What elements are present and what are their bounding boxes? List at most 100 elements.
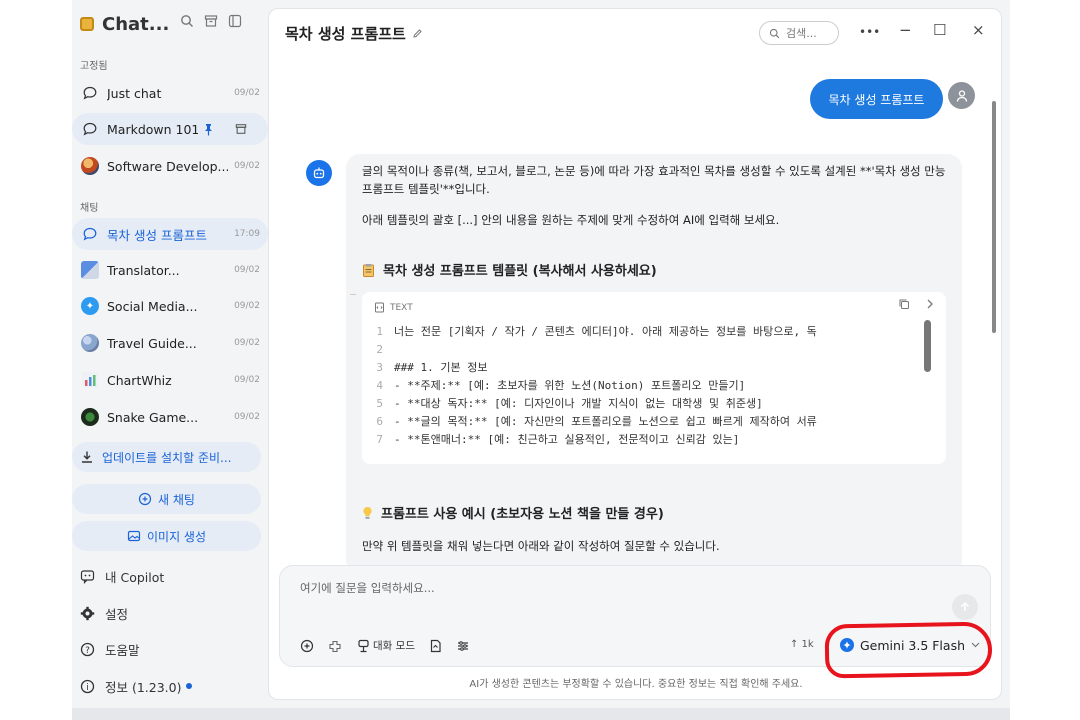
chat-search-input[interactable]: 검색... [759, 21, 839, 45]
search-icon[interactable] [180, 14, 194, 28]
brand: Chat... [80, 12, 169, 36]
user-message: 목차 생성 프롬프트 [810, 79, 943, 119]
code-scrollbar[interactable] [924, 320, 931, 372]
image-icon [127, 529, 141, 543]
app-title: Chat... [102, 13, 170, 35]
archive-icon[interactable] [204, 14, 218, 28]
chat-bubble-icon [80, 224, 100, 244]
code-block: TEXT 1 너는 전문 [기획자 / 작가 / 콘텐츠 에디터]야. 아래 제공… [362, 292, 946, 464]
close-button[interactable]: × [972, 21, 985, 39]
nav-about[interactable]: i 정보 (1.23.0) [72, 670, 268, 702]
chat-mode-button[interactable]: 대화 모드 [357, 638, 415, 653]
chat-item-toc-prompt[interactable]: 목차 생성 프롬프트 17:09 [72, 218, 268, 250]
chat-item-label: Social Media... [107, 298, 198, 314]
template-heading-text: 목차 생성 프롬프트 템플릿 (복사해서 사용하세요) [383, 264, 657, 279]
code-line-number: 1 [376, 325, 383, 338]
code-line: 6 - **글의 목적:** [예: 자신만의 포트폴리오를 노션으로 쉽고 빠르… [362, 413, 932, 431]
archive-icon[interactable] [231, 119, 251, 139]
translator-avatar-icon [80, 260, 100, 280]
nav-help[interactable]: ? 도움말 [72, 633, 268, 665]
svg-text:?: ? [85, 646, 90, 656]
chevron-right-icon[interactable] [926, 298, 934, 310]
pin-icon[interactable] [198, 119, 218, 139]
bird-avatar-icon: ✦ [80, 296, 100, 316]
message-composer[interactable]: 여기에 질문을 입력하세요... 대화 모드 ↑ 1k Gemini 3.5 F… [279, 565, 993, 679]
edit-icon[interactable] [412, 28, 423, 39]
help-icon: ? [80, 642, 95, 657]
document-icon[interactable] [429, 639, 442, 653]
code-line: 3 ### 1. 기본 정보 [362, 359, 932, 377]
assistant-intro-2: 아래 템플릿의 괄호 [...] 안의 내용을 원하는 주제에 맞게 수정하여 … [362, 213, 780, 227]
code-line: 5 - **대상 독자:** [예: 디자인이나 개발 지식이 없는 대학생 및 … [362, 395, 932, 413]
chat-item-chartwhiz[interactable]: ChartWhiz 09/02 [72, 364, 268, 396]
chat-item-actions [198, 119, 258, 139]
code-line-number: 5 [376, 397, 383, 410]
code-line: 2 [362, 341, 932, 359]
code-line: 7 - **톤앤매너:** [예: 친근하고 실용적인, 전문적이고 신뢰감 있는… [362, 431, 932, 449]
token-count: ↑ 1k [790, 639, 814, 650]
chat-item-date: 09/02 [234, 412, 260, 422]
chat-item-social-media[interactable]: ✦ Social Media... 09/02 [72, 290, 268, 322]
red-highlight-circle [824, 621, 993, 679]
message-input-placeholder[interactable]: 여기에 질문을 입력하세요... [300, 580, 435, 596]
search-icon [769, 28, 780, 39]
gear-icon [80, 606, 95, 621]
collapse-sidebar-icon[interactable] [228, 14, 242, 28]
developer-avatar-icon [80, 156, 100, 176]
download-icon [80, 450, 94, 464]
chat-item-software-develop[interactable]: Software Develop... 09/02 [72, 150, 268, 182]
chat-item-markdown[interactable]: Markdown 101... [72, 113, 268, 145]
code-line-number: 4 [376, 379, 383, 392]
template-heading: 목차 생성 프롬프트 템플릿 (복사해서 사용하세요) [362, 260, 657, 279]
image-generate-button[interactable]: 이미지 생성 [72, 521, 261, 551]
plugin-icon[interactable] [328, 639, 343, 653]
code-toolbar [898, 298, 934, 310]
chat-bubble-icon [80, 119, 100, 139]
code-line: 4 - **주제:** [예: 초보자를 위한 노션(Notion) 포트폴리오 … [362, 377, 932, 395]
chat-scrollbar[interactable] [992, 101, 996, 333]
maximize-button[interactable]: ☐ [933, 21, 946, 39]
nav-label: 도움말 [105, 642, 140, 658]
settings-sliders-icon[interactable] [456, 639, 470, 653]
chat-item-label: Travel Guide... [107, 335, 197, 351]
composer-tools: 대화 모드 [300, 638, 470, 653]
plus-circle-icon [138, 492, 152, 506]
code-line-text: - **대상 독자:** [예: 디자인이나 개발 지식이 없는 대학생 및 취… [394, 397, 763, 410]
chat-item-date: 09/02 [234, 338, 260, 348]
chat-item-travel-guide[interactable]: Travel Guide... 09/02 [72, 327, 268, 359]
chart-avatar-icon [80, 370, 100, 390]
disclaimer-footer: AI가 생성한 콘텐츠는 부정확할 수 있습니다. 중요한 정보는 직접 확인해… [469, 679, 803, 690]
chats-section-header: 채팅 [80, 203, 99, 214]
code-line-number: 3 [376, 361, 383, 374]
arrow-up-icon [960, 601, 970, 611]
code-language-label: TEXT [390, 302, 413, 313]
chat-item-date: 09/02 [234, 161, 260, 171]
divider-mark [350, 294, 356, 295]
send-button[interactable] [952, 594, 978, 620]
minimize-button[interactable]: − [899, 21, 912, 39]
example-text: 만약 위 템플릿을 채워 넣는다면 아래와 같이 작성하여 질문할 수 있습니다… [362, 539, 720, 553]
svg-text:i: i [86, 683, 89, 693]
chat-item-label: Just chat [107, 85, 162, 101]
bottom-edge [72, 708, 1010, 720]
nav-label: 내 Copilot [105, 569, 165, 585]
chat-item-snake-game[interactable]: Snake Game... 09/02 [72, 401, 268, 433]
chat-item-label: Snake Game... [107, 409, 199, 425]
nav-label: 설정 [105, 606, 129, 622]
chat-panel: 목차 생성 프롬프트 검색... ••• − ☐ × 목차 생성 프롬프트 글의… [268, 8, 1002, 700]
chat-item-label: Software Develop... [107, 158, 229, 174]
update-button[interactable]: 업데이트를 설치할 준비... [72, 442, 261, 472]
status-dot [185, 683, 192, 689]
nav-my-copilot[interactable]: 내 Copilot [72, 560, 268, 592]
copy-icon[interactable] [898, 298, 910, 310]
chat-item-translator[interactable]: Translator... 09/02 [72, 254, 268, 286]
add-attachment-icon[interactable] [300, 639, 314, 653]
code-language: TEXT [374, 302, 413, 313]
more-options-button[interactable]: ••• [859, 25, 880, 39]
new-chat-button[interactable]: 새 채팅 [72, 484, 261, 514]
chat-item-just-chat[interactable]: Just chat 09/02 [72, 77, 268, 109]
nav-settings[interactable]: 설정 [72, 597, 268, 629]
update-label: 업데이트를 설치할 준비... [102, 450, 232, 465]
pinned-section-header: 고정됨 [80, 61, 108, 72]
info-icon: i [80, 679, 95, 694]
